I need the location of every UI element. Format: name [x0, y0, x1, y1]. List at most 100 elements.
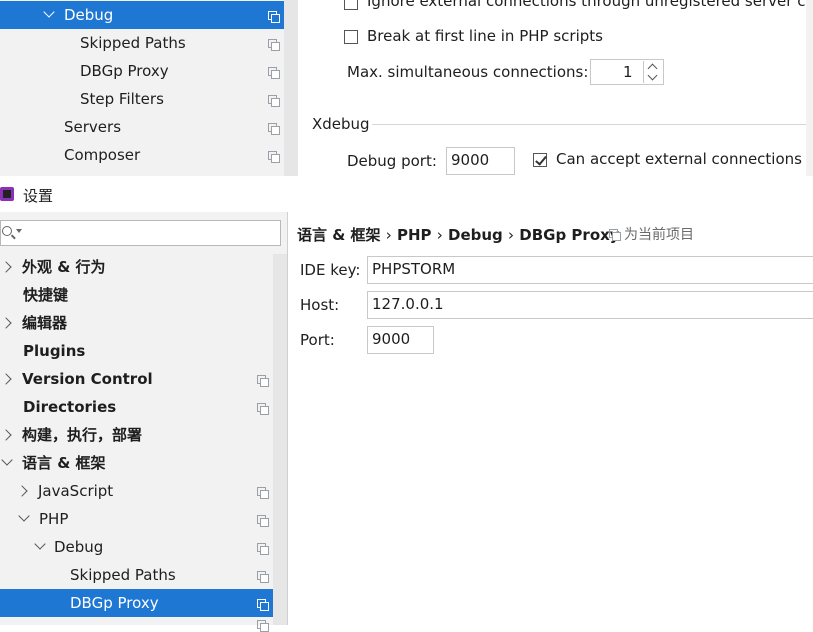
breadcrumb-item[interactable]: Debug	[448, 226, 503, 244]
ignore-external-label: Ignore external connections through unre…	[367, 0, 813, 10]
sidebar-scrollbar[interactable]	[273, 254, 287, 625]
tree-label: 编辑器	[22, 314, 68, 332]
tree-item-version-control[interactable]: Version Control	[0, 365, 273, 393]
copy-icon	[257, 620, 269, 632]
debug-port-label: Debug port:	[347, 152, 437, 170]
tree-item-php[interactable]: PHP	[0, 505, 273, 533]
accept-external-label: Can accept external connections	[556, 150, 802, 168]
tree-label: 外观 & 行为	[22, 258, 106, 276]
tree-item-editor[interactable]: 编辑器	[0, 309, 273, 337]
copy-icon	[268, 151, 280, 163]
chevron-right-icon[interactable]	[0, 317, 12, 329]
chevron-down-icon[interactable]	[1, 454, 13, 466]
accept-external-checkbox[interactable]	[533, 153, 547, 167]
debug-port-field[interactable]: 9000	[446, 147, 515, 175]
break-first-line-label: Break at first line in PHP scripts	[367, 27, 603, 45]
copy-icon	[609, 229, 621, 241]
tree-item-skipped-paths[interactable]: Skipped Paths	[0, 561, 273, 589]
copy-icon	[268, 95, 280, 107]
copy-icon	[268, 39, 280, 51]
breadcrumb-item: DBGp Proxy	[519, 226, 620, 244]
chevron-right-icon[interactable]	[0, 261, 12, 273]
ignore-external-checkbox[interactable]	[344, 0, 358, 10]
scope-label: 为当前项目	[624, 227, 694, 243]
ide-key-field[interactable]: PHPSTORM	[367, 256, 813, 284]
copy-icon	[257, 487, 269, 499]
settings-sidebar: 外观 & 行为 快捷键 编辑器 Plugins Version Control …	[0, 212, 287, 632]
chevron-right-icon[interactable]	[0, 373, 12, 385]
search-input[interactable]	[27, 223, 276, 245]
top-sidebar: Debug Skipped Paths DBGp Proxy Step Filt…	[0, 0, 284, 176]
chevron-right-icon[interactable]	[16, 485, 28, 497]
chevron-down-icon[interactable]	[18, 510, 30, 522]
tree-label: 快捷键	[23, 286, 69, 304]
copy-icon	[257, 515, 269, 527]
host-label: Host:	[300, 296, 340, 314]
tree-item-keymap[interactable]: 快捷键	[0, 281, 273, 309]
tree-item-plugins[interactable]: Plugins	[0, 337, 273, 365]
tree-label: Skipped Paths	[70, 566, 176, 584]
stepper-down-icon[interactable]	[643, 70, 662, 83]
top-tree-item-debug[interactable]: Debug	[0, 1, 284, 29]
chevron-down-icon[interactable]	[43, 6, 55, 18]
chevron-down-icon[interactable]	[16, 229, 22, 233]
title-bar: 设置	[0, 176, 813, 212]
top-tree-label: Debug	[64, 6, 114, 24]
tree-label: Plugins	[23, 342, 86, 360]
copy-icon	[257, 571, 269, 583]
xdebug-section-title: Xdebug	[312, 115, 370, 133]
copy-icon	[257, 403, 269, 415]
tree-label: Directories	[23, 398, 117, 416]
top-tree-label: Step Filters	[80, 90, 164, 108]
max-connections-value: 1	[623, 63, 633, 81]
tree-item-javascript[interactable]: JavaScript	[0, 477, 273, 505]
top-tree-item-servers[interactable]: Servers	[0, 113, 284, 141]
tree-label: Version Control	[22, 370, 153, 388]
breadcrumb-separator: ›	[508, 226, 515, 244]
top-tree-item-skipped-paths[interactable]: Skipped Paths	[0, 29, 284, 57]
breadcrumb: 语言 & 框架 › PHP › Debug › DBGp Proxy	[297, 224, 620, 245]
break-first-line-checkbox[interactable]	[344, 30, 358, 44]
port-label: Port:	[300, 331, 335, 349]
top-tree-item-composer[interactable]: Composer	[0, 141, 284, 169]
tree-label: 语言 & 框架	[22, 454, 106, 472]
copy-icon	[257, 599, 269, 611]
tree-item-languages[interactable]: 语言 & 框架	[0, 449, 273, 477]
top-tree-label: Servers	[64, 118, 122, 136]
section-divider	[372, 124, 806, 125]
max-connections-stepper[interactable]: 1	[590, 59, 664, 85]
top-content-edge	[806, 0, 813, 176]
top-tree-label: Skipped Paths	[80, 34, 186, 52]
tree-item-debug[interactable]: Debug	[0, 533, 273, 561]
copy-icon	[257, 543, 269, 555]
settings-content: 语言 & 框架 › PHP › Debug › DBGp Proxy 为当前项目…	[288, 212, 813, 625]
chevron-down-icon[interactable]	[34, 538, 46, 550]
breadcrumb-separator: ›	[436, 226, 443, 244]
breadcrumb-item[interactable]: PHP	[397, 226, 432, 244]
tree-item-dbgp-proxy[interactable]: DBGp Proxy	[0, 589, 287, 617]
top-tree-item-dbgp-proxy[interactable]: DBGp Proxy	[0, 57, 284, 85]
window-title: 设置	[23, 187, 54, 205]
top-tree-item-step-filters[interactable]: Step Filters	[0, 85, 284, 113]
ide-key-label: IDE key:	[300, 261, 361, 279]
tree-label: PHP	[39, 510, 69, 528]
top-tree-label: Composer	[64, 146, 141, 164]
tree-item-build[interactable]: 构建，执行，部署	[0, 421, 273, 449]
tree-label: Debug	[54, 538, 104, 556]
top-dialog: Debug Skipped Paths DBGp Proxy Step Filt…	[0, 0, 813, 176]
tree-item-appearance[interactable]: 外观 & 行为	[0, 253, 273, 281]
tree-label: JavaScript	[38, 482, 114, 500]
chevron-right-icon[interactable]	[0, 429, 12, 441]
copy-icon	[268, 123, 280, 135]
port-field[interactable]: 9000	[367, 326, 434, 354]
tree-label: DBGp Proxy	[70, 594, 159, 612]
copy-icon	[257, 375, 269, 387]
breadcrumb-item[interactable]: 语言 & 框架	[297, 226, 381, 244]
host-field[interactable]: 127.0.0.1	[367, 291, 813, 319]
top-tree-label: DBGp Proxy	[80, 62, 169, 80]
max-connections-label: Max. simultaneous connections:	[347, 63, 589, 81]
top-sidebar-scrollbar[interactable]	[284, 0, 298, 176]
tree-item-directories[interactable]: Directories	[0, 393, 273, 421]
search-box[interactable]	[0, 220, 281, 246]
copy-icon	[268, 67, 280, 79]
